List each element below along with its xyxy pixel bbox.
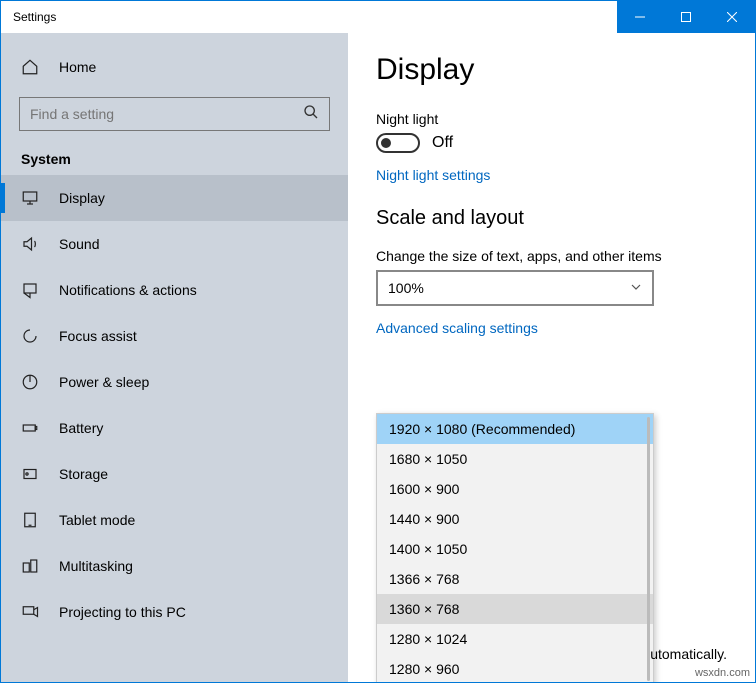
sidebar-item-label: Sound — [59, 236, 99, 252]
resolution-option[interactable]: 1360 × 768 — [377, 594, 653, 624]
home-label: Home — [59, 59, 96, 75]
night-light-label: Night light — [376, 111, 727, 127]
scale-heading: Scale and layout — [376, 207, 727, 230]
power-icon — [21, 373, 41, 391]
dropdown-scrollbar[interactable] — [647, 417, 650, 681]
titlebar: Settings — [1, 1, 755, 33]
scale-value: 100% — [388, 280, 424, 296]
sidebar: Home System Display Sound Notifications & … — [1, 33, 348, 682]
night-light-state: Off — [432, 134, 453, 152]
resolution-option[interactable]: 1280 × 1024 — [377, 624, 653, 654]
sidebar-item-display[interactable]: Display — [1, 175, 348, 221]
window-title: Settings — [1, 10, 617, 24]
window-controls — [617, 1, 755, 33]
minimize-button[interactable] — [617, 1, 663, 33]
sidebar-item-label: Battery — [59, 420, 103, 436]
sidebar-item-label: Display — [59, 190, 105, 206]
sidebar-item-focus-assist[interactable]: Focus assist — [1, 313, 348, 359]
sidebar-item-label: Focus assist — [59, 328, 137, 344]
night-light-toggle[interactable] — [376, 133, 420, 153]
resolution-option[interactable]: 1440 × 900 — [377, 504, 653, 534]
project-icon — [21, 603, 41, 621]
night-light-settings-link[interactable]: Night light settings — [376, 167, 727, 183]
sidebar-item-projecting-to-this-pc[interactable]: Projecting to this PC — [1, 589, 348, 635]
resolution-dropdown[interactable]: 1920 × 1080 (Recommended)1680 × 10501600… — [376, 413, 654, 682]
partial-text: utomatically. — [650, 646, 727, 662]
resolution-option[interactable]: 1600 × 900 — [377, 474, 653, 504]
sidebar-item-label: Storage — [59, 466, 108, 482]
sidebar-item-sound[interactable]: Sound — [1, 221, 348, 267]
scale-combobox[interactable]: 100% — [376, 270, 654, 306]
advanced-scaling-link[interactable]: Advanced scaling settings — [376, 320, 727, 336]
watermark: wsxdn.com — [695, 667, 750, 679]
resolution-option[interactable]: 1366 × 768 — [377, 564, 653, 594]
resolution-option[interactable]: 1920 × 1080 (Recommended) — [377, 414, 653, 444]
resolution-option[interactable]: 1280 × 960 — [377, 654, 653, 682]
sidebar-item-battery[interactable]: Battery — [1, 405, 348, 451]
search-field[interactable] — [30, 106, 303, 122]
sidebar-item-multitasking[interactable]: Multitasking — [1, 543, 348, 589]
sidebar-item-power-sleep[interactable]: Power & sleep — [1, 359, 348, 405]
sidebar-item-label: Tablet mode — [59, 512, 135, 528]
resolution-option[interactable]: 1400 × 1050 — [377, 534, 653, 564]
page-title: Display — [376, 53, 727, 87]
sidebar-item-label: Power & sleep — [59, 374, 149, 390]
sidebar-item-label: Projecting to this PC — [59, 604, 186, 620]
monitor-icon — [21, 189, 41, 207]
maximize-button[interactable] — [663, 1, 709, 33]
sidebar-item-label: Multitasking — [59, 558, 133, 574]
sound-icon — [21, 235, 41, 253]
notifications-icon — [21, 281, 41, 299]
home-link[interactable]: Home — [1, 45, 348, 89]
main-panel: Display Night light Off Night light sett… — [348, 33, 755, 682]
search-input[interactable] — [19, 97, 330, 131]
battery-icon — [21, 419, 41, 437]
scale-label: Change the size of text, apps, and other… — [376, 248, 727, 264]
sidebar-item-tablet-mode[interactable]: Tablet mode — [1, 497, 348, 543]
multitask-icon — [21, 557, 41, 575]
section-title: System — [1, 141, 348, 175]
sidebar-item-storage[interactable]: Storage — [1, 451, 348, 497]
sidebar-item-notifications-actions[interactable]: Notifications & actions — [1, 267, 348, 313]
search-icon — [303, 104, 319, 125]
home-icon — [21, 58, 41, 76]
focus-icon — [21, 327, 41, 345]
chevron-down-icon — [630, 280, 642, 296]
tablet-icon — [21, 511, 41, 529]
close-button[interactable] — [709, 1, 755, 33]
sidebar-item-label: Notifications & actions — [59, 282, 197, 298]
storage-icon — [21, 465, 41, 483]
resolution-option[interactable]: 1680 × 1050 — [377, 444, 653, 474]
